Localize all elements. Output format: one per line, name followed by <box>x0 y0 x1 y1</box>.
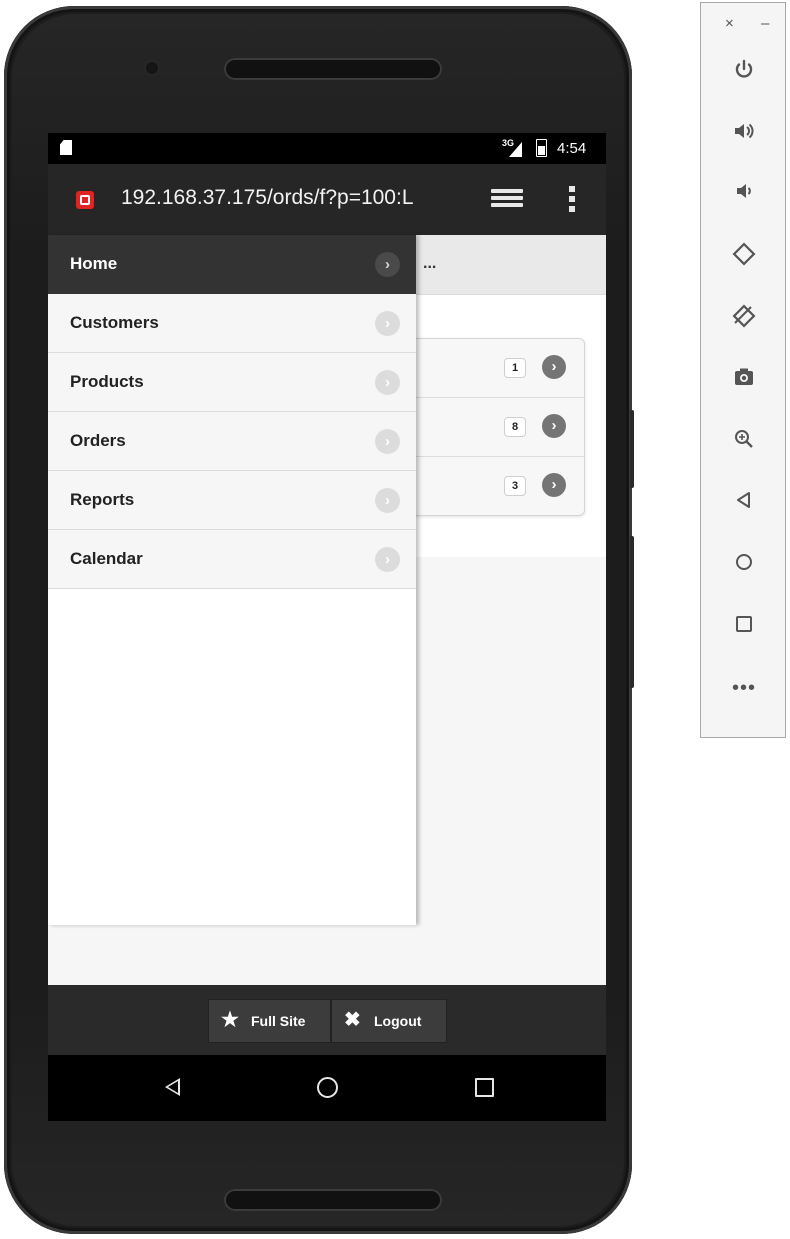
nav-item-reports[interactable]: Reports › <box>48 471 416 530</box>
rotate-right-icon[interactable] <box>701 303 787 333</box>
chevron-right-icon: › <box>542 414 566 438</box>
logout-button[interactable]: ✖ Logout <box>331 999 447 1043</box>
chevron-right-icon: › <box>375 488 400 513</box>
more-icon[interactable]: ••• <box>701 675 787 705</box>
close-icon: ✖ <box>344 1009 361 1031</box>
count-list: 1 › 8 › 3 › <box>408 338 585 516</box>
nav-item-orders[interactable]: Orders › <box>48 412 416 471</box>
chevron-right-icon: › <box>375 252 400 277</box>
tabs-icon[interactable] <box>491 189 523 211</box>
count-badge: 1 <box>504 358 526 378</box>
nav-item-customers[interactable]: Customers › <box>48 294 416 353</box>
chevron-right-icon: › <box>375 547 400 572</box>
chevron-right-icon: › <box>375 311 400 336</box>
minimize-icon[interactable]: – <box>761 15 769 32</box>
overflow-menu-icon[interactable] <box>569 186 575 214</box>
volume-button[interactable] <box>630 536 634 688</box>
url-text[interactable]: 192.168.37.175/ords/f?p=100:L <box>121 186 414 210</box>
android-nav-bar <box>48 1055 606 1121</box>
close-icon[interactable]: × <box>725 15 734 32</box>
battery-icon <box>536 139 547 157</box>
front-camera <box>146 62 158 74</box>
nav-item-label: Home <box>70 254 118 273</box>
bottom-speaker <box>224 1189 442 1211</box>
camera-icon[interactable] <box>701 365 787 395</box>
list-item[interactable]: 3 › <box>409 457 584 515</box>
chevron-right-icon: › <box>375 429 400 454</box>
zoom-icon[interactable] <box>701 427 787 457</box>
home-icon[interactable] <box>701 551 787 581</box>
nav-item-products[interactable]: Products › <box>48 353 416 412</box>
star-icon: ★ <box>221 1009 239 1031</box>
side-nav-panel: Home › Customers › Products › Orders › R… <box>48 235 416 925</box>
nav-item-calendar[interactable]: Calendar › <box>48 530 416 589</box>
status-bar: 3G 4:54 <box>48 133 606 164</box>
page-title: ... <box>423 255 437 272</box>
nav-item-label: Products <box>70 372 144 391</box>
sd-card-icon <box>60 140 72 155</box>
nav-item-label: Calendar <box>70 549 143 568</box>
rotate-left-icon[interactable] <box>701 241 787 271</box>
recent-apps-icon[interactable] <box>475 1078 494 1097</box>
overview-icon[interactable] <box>701 613 787 643</box>
network-type: 3G <box>502 138 515 148</box>
chevron-right-icon: › <box>542 355 566 379</box>
nav-item-label: Orders <box>70 431 126 450</box>
nav-item-label: Customers <box>70 313 159 332</box>
status-time: 4:54 <box>557 140 587 157</box>
browser-url-bar: 192.168.37.175/ords/f?p=100:L <box>48 164 606 235</box>
full-site-label: Full Site <box>251 1013 306 1029</box>
home-icon[interactable] <box>317 1077 338 1098</box>
volume-down-icon[interactable] <box>701 179 787 209</box>
site-favicon-icon <box>76 191 94 209</box>
nav-item-label: Reports <box>70 490 135 509</box>
chevron-right-icon: › <box>375 370 400 395</box>
list-item[interactable]: 1 › <box>409 339 584 398</box>
count-badge: 8 <box>504 417 526 437</box>
power-button[interactable] <box>630 410 634 488</box>
nav-item-home[interactable]: Home › <box>48 235 416 294</box>
full-site-button[interactable]: ★ Full Site <box>208 999 331 1043</box>
volume-up-icon[interactable] <box>701 119 787 149</box>
emulator-toolbar: × – ••• <box>700 2 786 738</box>
power-icon[interactable] <box>701 58 787 88</box>
back-icon[interactable] <box>701 489 787 519</box>
earpiece-speaker <box>224 58 442 80</box>
logout-label: Logout <box>374 1013 422 1029</box>
back-icon[interactable] <box>165 1078 180 1096</box>
page-footer: ★ Full Site ✖ Logout <box>48 985 606 1055</box>
list-item[interactable]: 8 › <box>409 398 584 457</box>
phone-screen: 3G 4:54 192.168.37.175/ords/f?p=100:L ..… <box>48 133 606 1121</box>
count-badge: 3 <box>504 476 526 496</box>
chevron-right-icon: › <box>542 473 566 497</box>
